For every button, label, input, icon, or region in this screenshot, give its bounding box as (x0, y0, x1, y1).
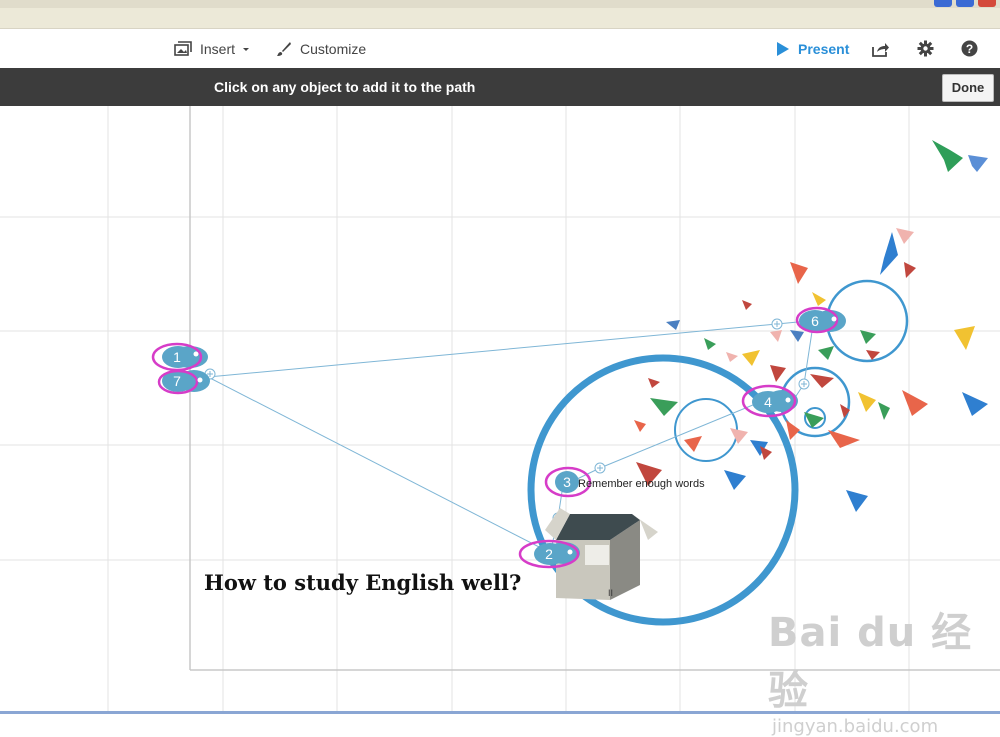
plus-marks (207, 321, 807, 521)
insert-label: Insert (200, 40, 236, 57)
help-button[interactable]: ? (961, 29, 986, 68)
customize-button[interactable]: Customize (276, 29, 366, 68)
frame-3-text: Remember enough words (578, 478, 705, 490)
customize-label: Customize (300, 40, 367, 57)
step-badge-6[interactable]: 6 (795, 306, 846, 334)
help-icon: ? (961, 40, 978, 57)
close-window-button[interactable] (978, 0, 996, 7)
play-icon (777, 41, 789, 56)
settings-button[interactable] (917, 29, 942, 68)
picture-stack-icon (174, 40, 192, 56)
svg-text:?: ? (966, 42, 973, 56)
brush-icon (277, 41, 291, 56)
step-3-label: 3 (563, 474, 571, 490)
caret-down-icon (243, 47, 250, 51)
baidu-watermark: Bai du 经验 jingyan.baidu.com (768, 600, 1000, 737)
presentation-title: How to study English well? (204, 570, 521, 595)
maximize-button[interactable] (956, 0, 974, 7)
gear-icon (917, 40, 934, 57)
step-badge-1[interactable]: 1 (151, 342, 208, 372)
present-button[interactable]: Present (776, 29, 849, 68)
step-6-label: 6 (811, 313, 819, 329)
minimize-button[interactable] (934, 0, 952, 7)
window-titlebar (0, 0, 1000, 29)
step-badge-4[interactable]: 4 (741, 384, 798, 418)
present-label: Present (798, 40, 850, 57)
step-badge-2[interactable]: 2 (518, 539, 580, 569)
path-lines (207, 320, 814, 551)
share-button[interactable] (872, 29, 898, 68)
box-label: II (608, 588, 613, 598)
insert-menu-button[interactable]: Insert (174, 29, 251, 68)
toolbar: Insert Customize Present ? (0, 29, 1000, 68)
path-edit-bar: Click on any object to add it to the pat… (0, 68, 1000, 106)
watermark-url: jingyan.baidu.com (772, 716, 939, 737)
step-1-label: 1 (173, 349, 181, 365)
done-button[interactable]: Done (942, 74, 994, 102)
small-circle-frame (674, 398, 738, 462)
watermark-brand: Bai du 经验 (768, 610, 973, 714)
step-4-label: 4 (764, 394, 772, 410)
step-2-label: 2 (545, 546, 553, 562)
step-badge-7[interactable]: 7 (157, 369, 210, 395)
share-icon (872, 42, 889, 57)
titlebar-strip (0, 0, 1000, 8)
step-7-label: 7 (173, 373, 181, 389)
path-instruction: Click on any object to add it to the pat… (214, 79, 476, 95)
